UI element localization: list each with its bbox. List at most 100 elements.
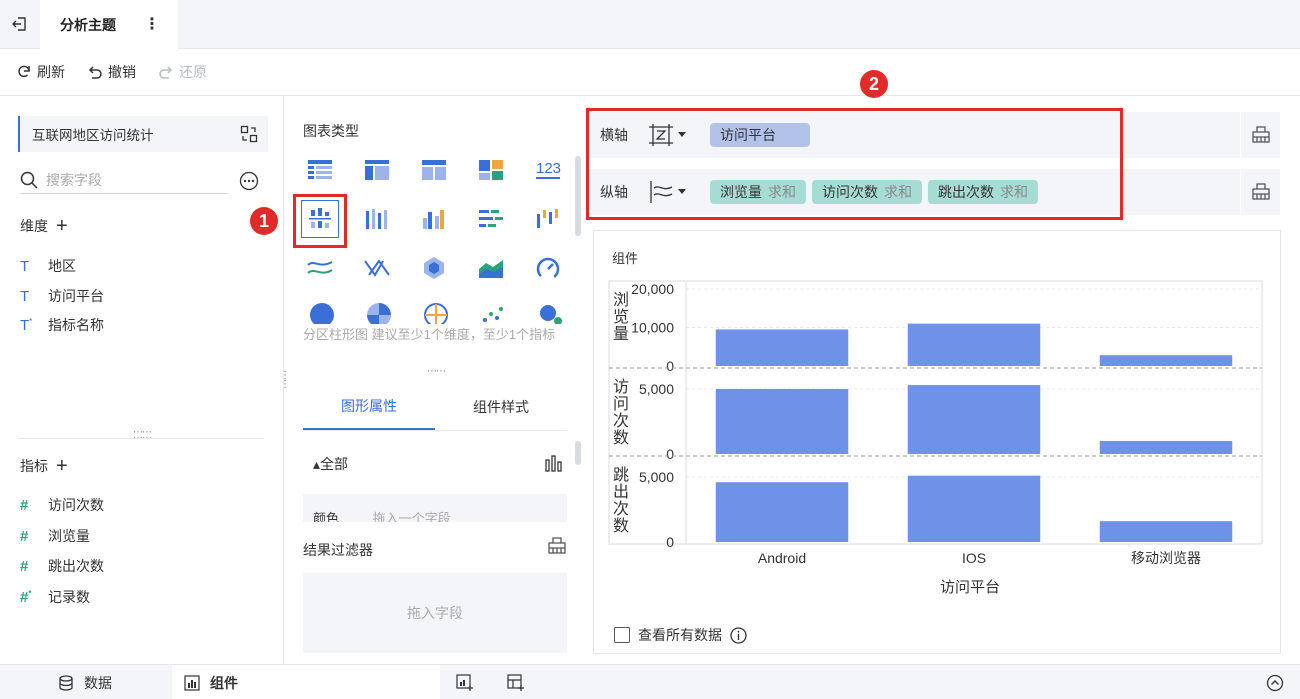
text-type-icon: T (20, 287, 30, 305)
line-chart-icon[interactable] (301, 249, 339, 287)
y-tick-label: 0 (666, 358, 674, 374)
data-tab[interactable]: 数据 (58, 665, 112, 699)
number-type-icon: # (20, 527, 29, 545)
bar-chart-tab-icon (184, 674, 200, 691)
cross-table-icon[interactable] (358, 151, 396, 189)
filter-settings-icon[interactable] (547, 537, 567, 555)
all-series-toggle[interactable]: ▴全部 (313, 454, 348, 474)
collapse-up-icon[interactable] (1266, 665, 1284, 699)
bar (1099, 441, 1233, 454)
info-icon[interactable] (730, 626, 747, 644)
redo-icon (159, 66, 173, 79)
bar-chart-small-icon[interactable] (545, 454, 563, 472)
rose-chart-icon[interactable] (366, 302, 392, 324)
y-tick-label: 0 (666, 446, 674, 462)
add-component-icon[interactable] (456, 665, 474, 699)
chart-component-card: 组件 20,000 10,000 0 浏览量 5,000 0 访问次数 5,000 0 跳出次数 A… (593, 230, 1281, 654)
add-measure-icon[interactable]: + (56, 456, 68, 476)
highlight-box-2 (586, 108, 1123, 220)
horizontal-bar-icon[interactable] (472, 200, 510, 238)
exit-icon[interactable] (0, 0, 40, 48)
svg-text:123: 123 (536, 160, 561, 177)
axis-settings-icon[interactable] (1240, 169, 1280, 215)
bubble-chart-icon[interactable] (537, 302, 563, 324)
series-label-char: 量 (613, 326, 629, 343)
number-kpi-icon[interactable]: 123 (529, 151, 567, 189)
scrollbar[interactable] (575, 156, 581, 236)
resize-handle[interactable]: ⋯⋯ (427, 367, 446, 377)
y-tick-label: 10,000 (631, 320, 674, 336)
chart-type-row-clipped (301, 300, 571, 324)
axis-settings-icon[interactable] (1240, 112, 1280, 158)
database-icon (59, 674, 73, 691)
series-label-char: 访 (613, 378, 629, 396)
chart-type-title: 图表类型 (303, 123, 359, 139)
text-calc-type-icon: T* (20, 316, 33, 334)
tab-component-style[interactable]: 组件样式 (435, 383, 567, 430)
view-all-checkbox[interactable] (614, 627, 630, 643)
gauge-chart-icon[interactable] (529, 249, 567, 287)
y-tick-label: 0 (666, 534, 674, 550)
add-dashboard-icon[interactable] (507, 665, 525, 699)
add-dimension-icon[interactable]: + (56, 216, 68, 236)
more-vertical-icon[interactable]: ⋮ (144, 14, 160, 34)
series-label-char: 览 (613, 308, 629, 326)
bottom-bar: 数据 组件 (0, 664, 1300, 699)
topic-title: 分析主题 (60, 16, 116, 33)
dimension-field[interactable]: T 地区 (20, 256, 76, 276)
measure-field[interactable]: #* 记录数 (20, 587, 90, 607)
search-field[interactable]: 搜索字段 (20, 166, 228, 194)
switch-dataset-icon[interactable] (240, 125, 258, 143)
table-chart-icon[interactable] (301, 151, 339, 189)
measure-field[interactable]: # 浏览量 (20, 526, 90, 546)
annotation-badge-2: 2 (860, 70, 888, 98)
bar (715, 389, 849, 454)
filter-drop-zone[interactable]: 拖入字段 (303, 573, 567, 653)
bar (1099, 355, 1233, 366)
x-axis-title: 访问平台 (940, 579, 1000, 596)
dataset-selector[interactable]: 互联网地区访问统计 (18, 116, 268, 152)
multi-series-bar-icon[interactable] (415, 200, 453, 238)
component-tab[interactable]: 组件 (172, 665, 440, 699)
dimension-field[interactable]: T* 指标名称 (20, 315, 104, 335)
scrollbar[interactable] (575, 441, 581, 465)
stacked-bar-chart-icon[interactable] (358, 200, 396, 238)
partition-bar-chart: 20,00010,0000浏览量5,0000访问次数5,0000跳出次数Andr… (608, 280, 1263, 596)
pie-chart-icon[interactable] (309, 302, 335, 324)
number-type-icon: # (20, 496, 29, 514)
result-filter-title: 结果过滤器 (303, 542, 373, 558)
number-type-icon: # (20, 557, 29, 575)
tab-shape-properties[interactable]: 图形属性 (303, 383, 435, 430)
waterfall-chart-icon[interactable] (529, 200, 567, 238)
series-label-char: 问 (613, 395, 629, 413)
view-all-data-toggle[interactable]: 查看所有数据 (614, 625, 747, 645)
chart-config-panel: 图表类型 123 分区柱形图 建议至少1个维度，至少1个指标 ⋯⋯ 图形属性 组… (285, 96, 587, 664)
radar-chart-icon[interactable] (415, 249, 453, 287)
resize-handle[interactable]: ⋯⋯⋯⋯ (133, 428, 152, 444)
color-field-row[interactable]: 颜色 拖入一个字段 (303, 494, 567, 522)
annotation-badge-1: 1 (250, 207, 278, 235)
series-label-char: 数 (613, 429, 629, 447)
measure-field[interactable]: # 跳出次数 (20, 556, 104, 576)
undo-icon (88, 66, 102, 79)
refresh-button[interactable]: 刷新 (16, 62, 65, 82)
x-tick-label: 移动浏览器 (1131, 550, 1201, 566)
indicator-card-icon[interactable] (472, 151, 510, 189)
toolbar: 刷新 撤销 还原 (0, 49, 1300, 96)
search-icon (20, 171, 38, 189)
undo-button[interactable]: 撤销 (87, 62, 136, 82)
radar-line-icon[interactable] (358, 249, 396, 287)
series-label-char: 浏 (613, 291, 629, 309)
area-chart-icon[interactable] (472, 249, 510, 287)
measure-field[interactable]: # 访问次数 (20, 495, 104, 515)
redo-button[interactable]: 还原 (158, 62, 207, 82)
topic-tab[interactable]: 分析主题 ⋮ (40, 0, 178, 49)
scatter-chart-icon[interactable] (480, 302, 506, 324)
dimension-field[interactable]: T 访问平台 (20, 286, 104, 306)
map-chart-icon[interactable] (423, 302, 449, 324)
more-options-icon[interactable] (239, 171, 259, 191)
bar (1099, 521, 1233, 542)
component-title: 组件 (612, 251, 639, 266)
number-calc-type-icon: #* (20, 588, 32, 606)
detail-table-icon[interactable] (415, 151, 453, 189)
